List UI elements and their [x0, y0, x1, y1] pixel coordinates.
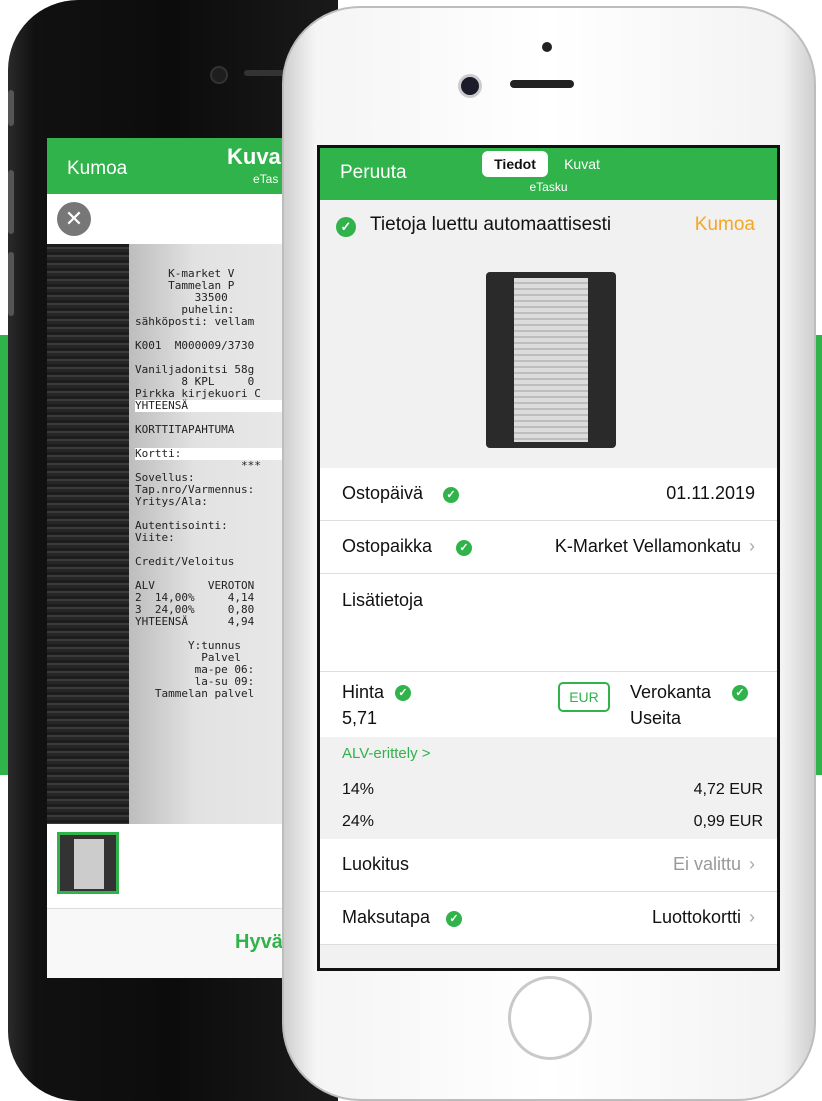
notice-text: Tietoja luettu automaattisesti	[370, 214, 612, 235]
purchase-date-value: 01.11.2019	[666, 483, 755, 503]
purchase-place-label: Ostopaikka	[342, 536, 433, 556]
chevron-right-icon: ›	[749, 536, 755, 556]
front-phone-screen: Peruuta Tiedot Kuvat eTasku ✓ Tietoja lu…	[317, 145, 780, 971]
front-camera-icon	[210, 66, 228, 84]
price-value[interactable]: 5,71	[342, 708, 377, 729]
purchase-place-row[interactable]: Ostopaikka ✓ K-Market Vellamonkatu ›	[320, 521, 777, 574]
classification-row[interactable]: Luokitus Ei valittu ›	[320, 839, 777, 892]
vat-rate: 14%	[342, 781, 375, 798]
classification-label: Luokitus	[342, 854, 410, 874]
page-title: Kuva	[227, 144, 281, 169]
undo-button[interactable]: Kumoa	[67, 158, 127, 180]
classification-value-wrap: Ei valittu ›	[673, 854, 755, 875]
screen-bottom-fill	[320, 945, 777, 968]
volume-up-button	[8, 170, 14, 234]
tab-details[interactable]: Tiedot	[482, 151, 548, 177]
auto-read-notice: ✓ Tietoja luettu automaattisesti Kumoa	[320, 200, 777, 254]
check-icon: ✓	[456, 540, 472, 556]
app-subtitle: eTasku	[529, 180, 568, 194]
classification-value: Ei valittu	[672, 854, 741, 874]
purchase-place-value-wrap: K-Market Vellamonkatu ›	[555, 536, 755, 557]
vat-breakdown: ALV-erittely > 14% 4,72 EUR 24% 0,99 EUR	[320, 737, 777, 839]
receipt-thumbnail[interactable]	[57, 832, 119, 894]
check-icon: ✓	[732, 685, 748, 701]
thumbnail-image	[74, 839, 104, 889]
currency-button[interactable]: EUR	[558, 682, 610, 712]
close-icon[interactable]: ✕	[57, 202, 91, 236]
vat-amount: 4,72 EUR	[693, 781, 763, 798]
price-label: Hinta	[342, 682, 385, 702]
earpiece-speaker	[510, 80, 574, 88]
receipt-image[interactable]	[486, 272, 616, 448]
vat-rate: 24%	[342, 813, 375, 830]
chevron-right-icon: ›	[749, 854, 755, 874]
vat-breakdown-link[interactable]: ALV-erittely >	[342, 745, 431, 762]
approve-button[interactable]: Hyvä	[235, 931, 283, 954]
payment-method-value-wrap: Luottokortti ›	[652, 907, 755, 928]
check-icon: ✓	[395, 685, 411, 701]
payment-method-value: Luottokortti	[651, 907, 741, 927]
front-camera-icon	[458, 74, 482, 98]
payment-method-row[interactable]: Maksutapa ✓ Luottokortti ›	[320, 892, 777, 945]
payment-method-label: Maksutapa	[342, 907, 431, 927]
check-icon: ✓	[336, 217, 356, 237]
mute-switch	[8, 90, 14, 126]
price-row: Hinta ✓ 5,71 EUR Verokanta ✓ Useita	[320, 672, 777, 737]
purchase-date-row[interactable]: Ostopäivä ✓ 01.11.2019	[320, 468, 777, 521]
volume-down-button	[8, 252, 14, 316]
receipt-preview	[320, 254, 777, 468]
chevron-right-icon: ›	[749, 907, 755, 927]
undo-button[interactable]: Kumoa	[695, 214, 755, 236]
purchase-date-label: Ostopäivä	[342, 483, 424, 503]
receipt-slip	[514, 278, 588, 442]
tab-images[interactable]: Kuvat	[548, 151, 616, 177]
tax-rate-value[interactable]: Useita	[630, 708, 681, 729]
app-subtitle: eTas	[253, 172, 279, 186]
extra-info-row[interactable]: Lisätietoja	[320, 574, 777, 672]
check-icon: ✓	[446, 911, 462, 927]
tax-rate-label: Verokanta	[630, 682, 712, 702]
check-icon: ✓	[443, 487, 459, 503]
segmented-control: Tiedot Kuvat	[482, 151, 616, 177]
proximity-sensor	[542, 42, 552, 52]
extra-info-label: Lisätietoja	[342, 590, 424, 610]
nav-bar: Peruuta Tiedot Kuvat eTasku	[320, 148, 777, 200]
home-button[interactable]	[508, 976, 592, 1060]
purchase-place-value: K-Market Vellamonkatu	[554, 536, 741, 556]
vat-amount: 0,99 EUR	[693, 813, 763, 830]
